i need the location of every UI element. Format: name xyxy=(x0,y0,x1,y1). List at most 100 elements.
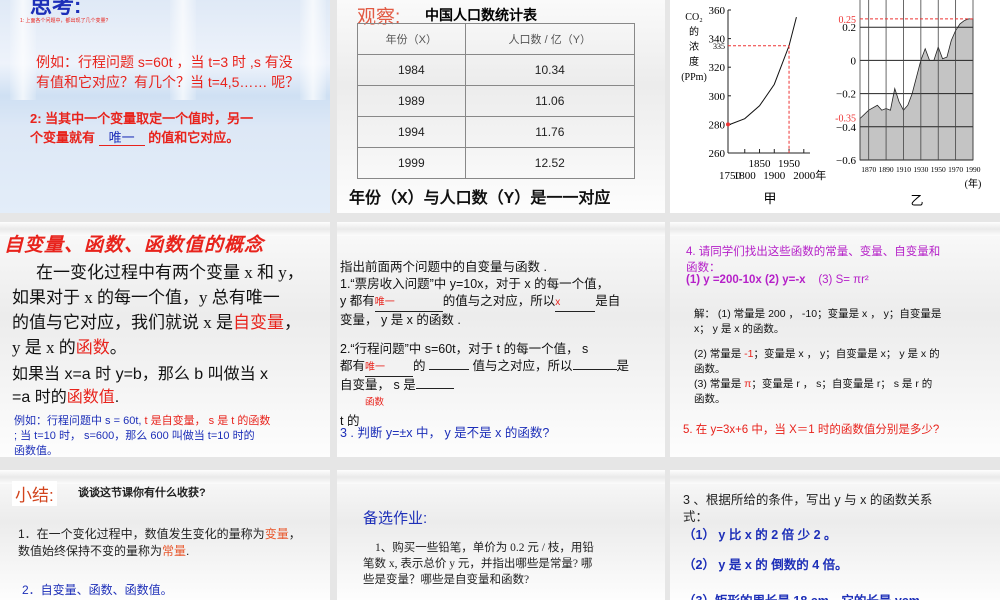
charts: 2602803003203403601850 195017501800 1900 20… xyxy=(681,0,982,208)
slide-title: 自变量、函数、函数值的概念 xyxy=(4,235,265,256)
y-tick-label: 260 xyxy=(709,148,726,160)
table-title: 中国人口数统计表 xyxy=(425,7,537,23)
y-tick-label: 280 xyxy=(709,119,726,131)
table-cell: 1994 xyxy=(357,116,466,148)
example-line: 函数值。 xyxy=(14,445,58,457)
table-cell: 1989 xyxy=(357,85,466,117)
slide-thumbnail-8[interactable]: 备选作业: 1、购买一些铅笔，单价为 0.2 元 / 枝，用铅 笔数 x, 表示… xyxy=(337,470,665,600)
slide-thumbnail-1[interactable]: 思考: 1: 上面各个问题中，都出现了几个变量? 例如：行程问题 s=60t ，… xyxy=(0,0,330,213)
y-axis-label: 的 xyxy=(689,25,699,38)
text: 1．在一个变化过程中，数值发生变化的量称为 xyxy=(18,527,265,541)
question-5: 5. 在 y=3x+6 中，当 X＝1 时的函数值分别是多少? xyxy=(683,424,940,436)
x-tick-label: 1910 xyxy=(896,165,911,174)
annotation: 335 xyxy=(713,42,725,51)
text: ；变量是 x ， y；自变量是 x； y 是 x 的 xyxy=(753,348,940,360)
text: x； y 是 x 的函数。 xyxy=(694,323,785,335)
text: 是自 xyxy=(595,294,621,308)
text: 数值始终保持不变的量称为 xyxy=(18,544,163,558)
text: 变量， y 是 x 的函数 . xyxy=(340,313,461,327)
slide-thumbnail-7[interactable]: 小结: 谈谈这节课你有什么收获? 1．在一个变化过程中，数值发生变化的量称为变量… xyxy=(0,470,330,600)
example-line: 有值和它对应？有几个？当 t=4,5…… 呢？ xyxy=(36,74,300,90)
y-axis-label: 浓 xyxy=(689,41,699,53)
question-text: 3 、根据所给的条件，写出 y 与 x 的函数关系 xyxy=(683,493,933,507)
text-line: 都有唯一的 值与之对应，所以 是 xyxy=(340,358,629,377)
table-cell: 1984 xyxy=(357,54,466,86)
header-decoration xyxy=(337,470,665,484)
text: t 是自变量， s 是 t 的函数 xyxy=(144,415,271,427)
table-cell: 10.34 xyxy=(464,54,636,86)
subtitle: 谈谈这节课你有什么收获? xyxy=(78,487,206,499)
text: 值与之对应，所以 xyxy=(472,359,573,373)
text-line: y 是 x 的函数。 xyxy=(12,338,127,357)
header-decoration xyxy=(670,470,1000,484)
highlight: 常量 xyxy=(162,544,187,558)
text: 如果当 x=a 时 y=b，那么 b 叫做当 x xyxy=(12,366,269,383)
text: (2) 常量是 xyxy=(694,348,745,360)
definition-paragraph: 在一变化过程中有两个变量 x 和 y， 如果对于 x 的每一个值，y 总有唯一 … xyxy=(12,260,304,360)
slide-thumbnail-5[interactable]: 指出前面两个问题中的自变量与函数 . 1.“票房收入问题”中 y=10x，对于 … xyxy=(337,222,665,457)
table-row: 1994 11.76 xyxy=(357,116,636,148)
y-tick-label: 320 xyxy=(709,62,726,74)
population-table: 年份（X） 人口数 / 亿（Y） 1984 10.34 1989 11.06 1994 11.… xyxy=(357,23,636,179)
table-header: 年份（X） 人口数 / 亿（Y） xyxy=(357,23,636,55)
text-line: =a 时的函数值. xyxy=(12,389,120,406)
x-tick-label: 2000年 xyxy=(793,168,826,182)
example-line: 例如：行程问题 s=60t ，当 t=3 时 ,s 有没 xyxy=(36,54,293,70)
x-tick-label: 1800 xyxy=(734,170,757,182)
text: 解： (1) 常量是 200 ， -10；变量是 x ， y；自变量是 xyxy=(694,308,942,320)
text: 指出前面两个问题中的自变量与函数 . xyxy=(340,260,547,274)
annotation: -0.35 xyxy=(835,114,856,125)
x-tick-label: 1850 xyxy=(749,158,772,170)
answers: 解： (1) 常量是 200 ， -10；变量是 x ， y；自变量是 x； y… xyxy=(694,307,941,407)
y-tick-label: −0.6 xyxy=(836,155,856,167)
x-tick-label: 1930 xyxy=(913,165,928,174)
text: (3) 常量是 xyxy=(694,378,745,390)
answer-blank: 唯一 xyxy=(98,130,145,146)
answer-blank xyxy=(429,369,470,370)
text-line: 自变量， s 是 xyxy=(340,377,629,394)
slide-thumbnail-6[interactable]: 4. 请同学们找出这些函数的常量、变量、自变量和 函数： (1) y =200-… xyxy=(670,222,1000,457)
text: 笔数 x, 表示总价 y 元，并指出哪些是常量? 哪 xyxy=(363,558,593,570)
text: 函数。 xyxy=(694,363,726,375)
answer-fill: 函数 xyxy=(365,397,385,408)
temperature-area xyxy=(859,18,974,161)
y-tick-label: 0 xyxy=(851,55,857,67)
y-axis-label: 度 xyxy=(689,55,699,68)
chart-title: 乙 xyxy=(910,193,923,208)
x-tick-label: 1950 xyxy=(778,158,801,170)
text: 函数： xyxy=(686,262,721,274)
slide-thumbnail-2[interactable]: 观察: 中国人口数统计表 年份（X） 人口数 / 亿（Y） 1984 10.34 198… xyxy=(337,0,665,213)
answer-blank: 唯一 xyxy=(374,294,443,312)
homework-text: 1、购买一些铅笔，单价为 0.2 元 / 枝，用铅 笔数 x, 表示总价 y 元… xyxy=(363,540,594,588)
text: ；变量是 r ， s；自变量是 r； s 是 r 的 xyxy=(751,378,933,390)
question-text: 1: 上面各个问题中，都出现了几个变量? xyxy=(20,18,109,24)
x-axis-unit: (年) xyxy=(965,177,982,190)
text: 1.“票房收入问题”中 y=10x，对于 x 的每一个值， xyxy=(340,277,610,291)
item-1: （1） y 比 x 的 2 倍 少 2 。 xyxy=(683,528,837,542)
point-line: 个变量就有 唯一 的值和它对应。 xyxy=(30,127,239,146)
highlight: 变量 xyxy=(264,527,289,541)
y-axis-label: (PPm) xyxy=(681,72,707,83)
text: 的 xyxy=(413,359,426,373)
text: y 是 x 的 xyxy=(12,338,76,357)
text: y 都有 xyxy=(340,294,375,308)
item-3: （3）矩形的周长是 18 cm，它的长是 ycm xyxy=(683,590,920,600)
x-tick-label: 1970 xyxy=(948,165,963,174)
text: 的值与它对应，我们就说 x 是 xyxy=(12,313,233,332)
header-decoration xyxy=(337,222,665,236)
x-tick-label: 1990 xyxy=(966,165,981,174)
y-tick-label: 360 xyxy=(709,5,726,17)
text: 式： xyxy=(683,510,709,524)
table-cell: 11.76 xyxy=(464,116,636,148)
table-cell: 人口数 / 亿（Y） xyxy=(464,23,636,55)
example-line: ; 当 t=10 时， s=600，那么 600 叫做当 t=10 时的 xyxy=(14,430,255,442)
annotation: 0.25 xyxy=(839,15,857,26)
text-line: 数值始终保持不变的量称为常量. xyxy=(18,542,189,559)
slide-thumbnail-4[interactable]: 自变量、函数、函数值的概念 在一变化过程中有两个变量 x 和 y， 如果对于 x… xyxy=(0,222,330,457)
slide-thumbnail-9[interactable]: 3 、根据所给的条件，写出 y 与 x 的函数关系 式： （1） y 比 x 的… xyxy=(670,470,1000,600)
y-tick-label: 300 xyxy=(709,91,726,103)
highlight: 自变量 xyxy=(233,313,284,332)
highlight: 函数 xyxy=(75,338,110,357)
chart-title: 甲 xyxy=(763,191,776,206)
slide-thumbnail-3[interactable]: 260 280 300 320 340 360 1850 1950 1750 1800 1900 20… xyxy=(670,0,1000,213)
